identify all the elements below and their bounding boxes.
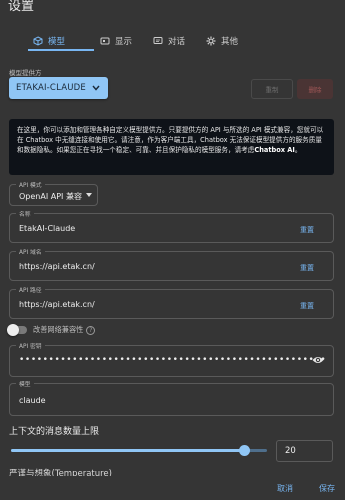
api-host-reset-button[interactable]: 重置 — [300, 263, 314, 273]
reset-provider-button[interactable]: 重制 — [251, 79, 293, 99]
network-compat-label: 改善网络兼容性 — [33, 325, 84, 334]
api-host-field[interactable]: API 域名 https://api.etak.cn/ 重置 — [9, 247, 334, 281]
api-key-field[interactable]: API 密钥 •••••••••••••••••••••••••••••••••… — [9, 341, 334, 377]
toggle-knob — [7, 324, 19, 336]
model-value: claude — [19, 396, 46, 405]
network-compat-row: 改善网络兼容性 ? — [7, 323, 96, 337]
api-path-value: https://api.etak.cn/ — [19, 300, 95, 309]
api-path-field[interactable]: API 路径 https://api.etak.cn/ 重置 — [9, 285, 334, 319]
context-limit-value: 20 — [285, 446, 296, 456]
api-mode-legend: API 模式 — [16, 180, 45, 189]
api-path-reset-button[interactable]: 重置 — [300, 301, 314, 311]
context-slider-fill — [11, 449, 244, 452]
network-compat-toggle[interactable] — [7, 324, 27, 336]
notice-text-end: 。 — [294, 146, 302, 154]
provider-label: 模型提供方 — [9, 69, 42, 77]
name-legend: 名称 — [16, 209, 34, 218]
chat-icon — [153, 37, 163, 44]
tab-other[interactable]: 其他 — [206, 32, 238, 50]
cube-icon — [33, 36, 43, 46]
provider-selected-value: ETAKAI-CLAUDE — [16, 83, 86, 93]
tab-chat-label: 对话 — [168, 37, 186, 47]
save-button[interactable]: 保存 — [319, 483, 335, 494]
tab-other-label: 其他 — [221, 37, 239, 47]
api-host-value: https://api.etak.cn/ — [19, 262, 95, 271]
help-icon[interactable]: ? — [86, 325, 96, 335]
delete-provider-button[interactable]: 删除 — [297, 79, 333, 99]
provider-select[interactable]: ETAKAI-CLAUDE — [9, 77, 108, 99]
api-mode-select[interactable]: API 模式 OpenAI API 兼容 — [9, 180, 98, 206]
tab-model[interactable]: 模型 — [33, 32, 65, 50]
context-slider-thumb[interactable] — [239, 445, 250, 456]
api-path-legend: API 路径 — [16, 285, 45, 294]
tab-chat[interactable]: 对话 — [153, 32, 185, 50]
context-limit-label: 上下文的消息数量上限 — [9, 427, 100, 437]
chatbox-ai-link[interactable]: Chatbox AI — [254, 146, 295, 154]
name-reset-button[interactable]: 重置 — [300, 225, 314, 235]
name-value: EtakAI-Claude — [19, 224, 76, 233]
info-notice: 在这里，你可以添加和管理各种自定义模型提供方。只要提供方的 API 与所选的 A… — [9, 119, 334, 175]
display-icon — [100, 37, 110, 45]
api-host-legend: API 域名 — [16, 247, 45, 256]
tab-display[interactable]: 显示 — [100, 32, 132, 50]
tab-display-label: 显示 — [115, 37, 133, 47]
cancel-button[interactable]: 取消 — [277, 483, 293, 494]
context-limit-input[interactable]: 20 — [276, 440, 333, 462]
tab-model-label: 模型 — [48, 37, 66, 47]
eye-icon[interactable] — [312, 355, 324, 365]
name-field[interactable]: 名称 EtakAI-Claude 重置 — [9, 209, 334, 243]
api-mode-value: OpenAI API 兼容 — [19, 192, 82, 201]
caret-down-icon — [86, 193, 92, 197]
model-legend: 模型 — [16, 379, 34, 388]
api-key-legend: API 密钥 — [16, 341, 45, 350]
chevron-down-icon — [92, 85, 100, 91]
api-key-value: ••••••••••••••••••••••••••••••••••••••••… — [19, 355, 327, 365]
active-tab-indicator — [28, 49, 94, 51]
dialog-title: 设置 — [8, 0, 35, 14]
gear-icon — [206, 36, 216, 46]
model-field[interactable]: 模型 claude — [9, 379, 334, 416]
dialog-footer — [0, 476, 345, 500]
